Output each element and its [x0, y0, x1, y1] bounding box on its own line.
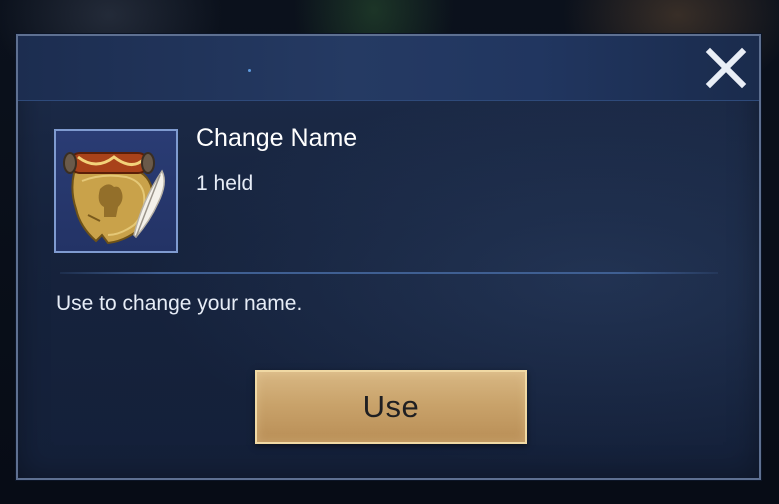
- use-button[interactable]: Use: [255, 370, 527, 444]
- item-title: Change Name: [196, 124, 358, 152]
- dialog-header: [18, 36, 759, 101]
- sparkle-decoration: [248, 69, 251, 72]
- item-held-count: 1 held: [196, 172, 254, 195]
- use-button-label: Use: [362, 389, 420, 424]
- scroll-quill-icon: [63, 152, 165, 245]
- close-icon: [705, 47, 747, 89]
- item-icon-frame: [54, 129, 178, 253]
- close-button[interactable]: [705, 47, 747, 89]
- item-description: Use to change your name.: [56, 292, 303, 315]
- item-dialog: Change Name 1 held Use to change your na…: [16, 34, 761, 480]
- divider: [60, 272, 718, 274]
